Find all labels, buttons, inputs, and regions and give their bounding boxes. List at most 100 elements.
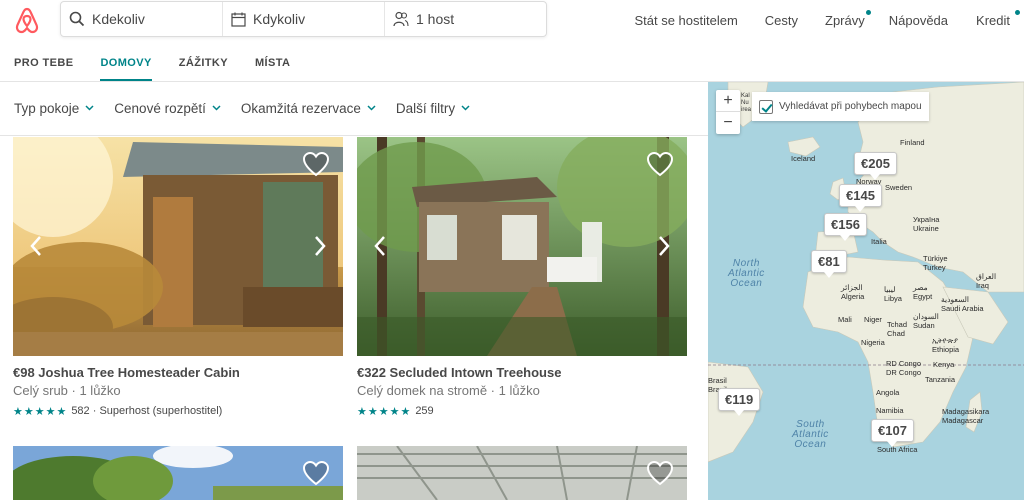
help-link[interactable]: Nápověda: [889, 13, 948, 28]
map-price-marker[interactable]: €119: [718, 388, 761, 416]
listing-photo[interactable]: [13, 446, 343, 500]
chevron-right-icon[interactable]: [313, 235, 327, 257]
map-label: Türkiye Turkey: [923, 254, 948, 272]
when-field[interactable]: Kdykoliv: [223, 2, 385, 36]
map-label: العراق Iraq: [976, 272, 997, 290]
notification-dot: [1015, 9, 1020, 15]
treehouse-photo: [357, 137, 687, 356]
tab-for-you[interactable]: PRO TEBE: [0, 48, 73, 81]
listing-photo[interactable]: [13, 137, 343, 356]
ocean-label: South Atlantic Ocean: [792, 419, 829, 450]
review-count: 582 · Superhost (superhostitel): [71, 405, 223, 417]
guests-field[interactable]: 1 host: [385, 2, 546, 36]
garden-photo: [13, 446, 343, 500]
map-label: Angola: [876, 388, 900, 397]
search-bar: Kdekoliv Kdykoliv 1 host: [60, 1, 547, 37]
search-icon: [69, 11, 85, 27]
map-price-marker[interactable]: €107: [871, 419, 914, 447]
filter-label: Typ pokoje: [14, 100, 80, 116]
filter-room-type[interactable]: Typ pokoje: [14, 90, 94, 126]
listing-card[interactable]: [13, 446, 343, 500]
heart-icon[interactable]: [302, 460, 330, 486]
heart-icon[interactable]: [302, 151, 330, 177]
filter-label: Cenové rozpětí: [114, 100, 206, 116]
filter-price-range[interactable]: Cenové rozpětí: [114, 90, 221, 126]
trips-link[interactable]: Cesty: [765, 13, 798, 28]
listing-rating: ★★★★★ 259: [357, 404, 687, 418]
top-header: Kdekoliv Kdykoliv 1 host Stát se hostite…: [0, 0, 1024, 40]
map-label: السودان Sudan: [913, 312, 939, 330]
messages-link[interactable]: Zprávy: [825, 9, 871, 28]
become-host-link[interactable]: Stát se hostitelem: [634, 13, 737, 28]
tab-places[interactable]: MÍSTA: [241, 48, 290, 81]
chevron-right-icon[interactable]: [657, 235, 671, 257]
category-tabs: PRO TEBE DOMOVY ZÁŽITKY MÍSTA: [0, 48, 708, 81]
where-value: Kdekoliv: [92, 11, 145, 27]
star-rating: ★★★★★: [357, 405, 412, 418]
map-label: Niger: [864, 315, 882, 324]
star-rating: ★★★★★: [13, 405, 68, 418]
listing-title[interactable]: €322 Secluded Intown Treehouse: [357, 365, 687, 382]
filter-more[interactable]: Další filtry: [396, 90, 470, 126]
heart-icon[interactable]: [646, 151, 674, 177]
zoom-controls: + −: [716, 90, 740, 134]
listing-card[interactable]: [357, 446, 687, 500]
map-label: Tanzania: [925, 375, 956, 384]
listing-rating: ★★★★★ 582 · Superhost (superhostitel): [13, 404, 343, 418]
credit-label: Kredit: [976, 12, 1010, 28]
map-price-marker[interactable]: €156: [824, 213, 867, 241]
listing-title[interactable]: €98 Joshua Tree Homesteader Cabin: [13, 365, 343, 382]
map-label: Sweden: [885, 183, 913, 192]
guests-icon: [393, 11, 409, 27]
map-label: Kenya: [933, 360, 955, 369]
chevron-down-icon: [367, 105, 376, 111]
listing-photo[interactable]: [357, 446, 687, 500]
map-label: Madagasikara Madagascar: [942, 407, 990, 425]
zoom-out-button[interactable]: −: [716, 112, 740, 134]
airbnb-logo-icon[interactable]: [14, 6, 40, 34]
map-label: Nigeria: [861, 338, 885, 347]
notification-dot: [865, 9, 871, 15]
map-price-marker[interactable]: €145: [839, 184, 882, 212]
chevron-down-icon: [461, 105, 470, 111]
map-label: Iceland: [791, 154, 816, 163]
map-panel[interactable]: + − Kal Nu irea Vyhledávat při pohybech …: [708, 82, 1024, 500]
cabin-photo: [13, 137, 343, 356]
listing-subtitle: Celý srub · 1 lůžko: [13, 383, 121, 398]
zoom-in-button[interactable]: +: [716, 90, 740, 112]
map-price-marker[interactable]: €81: [811, 250, 847, 278]
filter-divider: [0, 135, 708, 136]
credit-link[interactable]: Kredit: [976, 9, 1020, 28]
calendar-icon: [231, 12, 246, 27]
map-label: Tchad Chad: [887, 320, 908, 338]
tab-experiences[interactable]: ZÁŽITKY: [165, 48, 228, 81]
where-field[interactable]: Kdekoliv: [61, 2, 223, 36]
map-label: Namibia: [876, 406, 904, 415]
top-nav: Stát se hostitelem Cesty Zprávy Nápověda…: [634, 0, 1024, 40]
ocean-label: North Atlantic Ocean: [728, 258, 765, 289]
search-as-map-moves[interactable]: Vyhledávat při pohybech mapou: [752, 92, 929, 121]
review-count: 259: [415, 405, 434, 417]
search-move-label: Vyhledávat při pohybech mapou: [779, 101, 922, 112]
filter-bar: Typ pokoje Cenové rozpětí Okamžitá rezer…: [0, 90, 476, 126]
world-map: [708, 82, 1024, 463]
listing-photo[interactable]: [357, 137, 687, 356]
map-label: مصر Egypt: [913, 283, 933, 301]
chevron-down-icon: [212, 105, 221, 111]
map-label: Kal Nu irea: [741, 93, 752, 113]
listing-card[interactable]: €322 Secluded Intown Treehouse Celý dome…: [357, 137, 687, 418]
map-price-marker[interactable]: €205: [854, 152, 897, 180]
pavilion-photo: [357, 446, 687, 500]
search-move-checkbox[interactable]: [759, 99, 773, 114]
listing-card[interactable]: €98 Joshua Tree Homesteader Cabin Celý s…: [13, 137, 343, 418]
filter-label: Další filtry: [395, 100, 456, 116]
chevron-left-icon[interactable]: [29, 235, 43, 257]
filter-instant-book[interactable]: Okamžitá rezervace: [241, 90, 376, 126]
map-label: Finland: [900, 138, 925, 147]
chevron-left-icon[interactable]: [373, 235, 387, 257]
listing-subtitle: Celý domek na stromě · 1 lůžko: [357, 383, 540, 398]
map-label: Україна Ukraine: [913, 215, 940, 233]
map-label: الجزائر Algeria: [841, 283, 865, 301]
heart-icon[interactable]: [646, 460, 674, 486]
tab-homes[interactable]: DOMOVY: [86, 48, 153, 81]
